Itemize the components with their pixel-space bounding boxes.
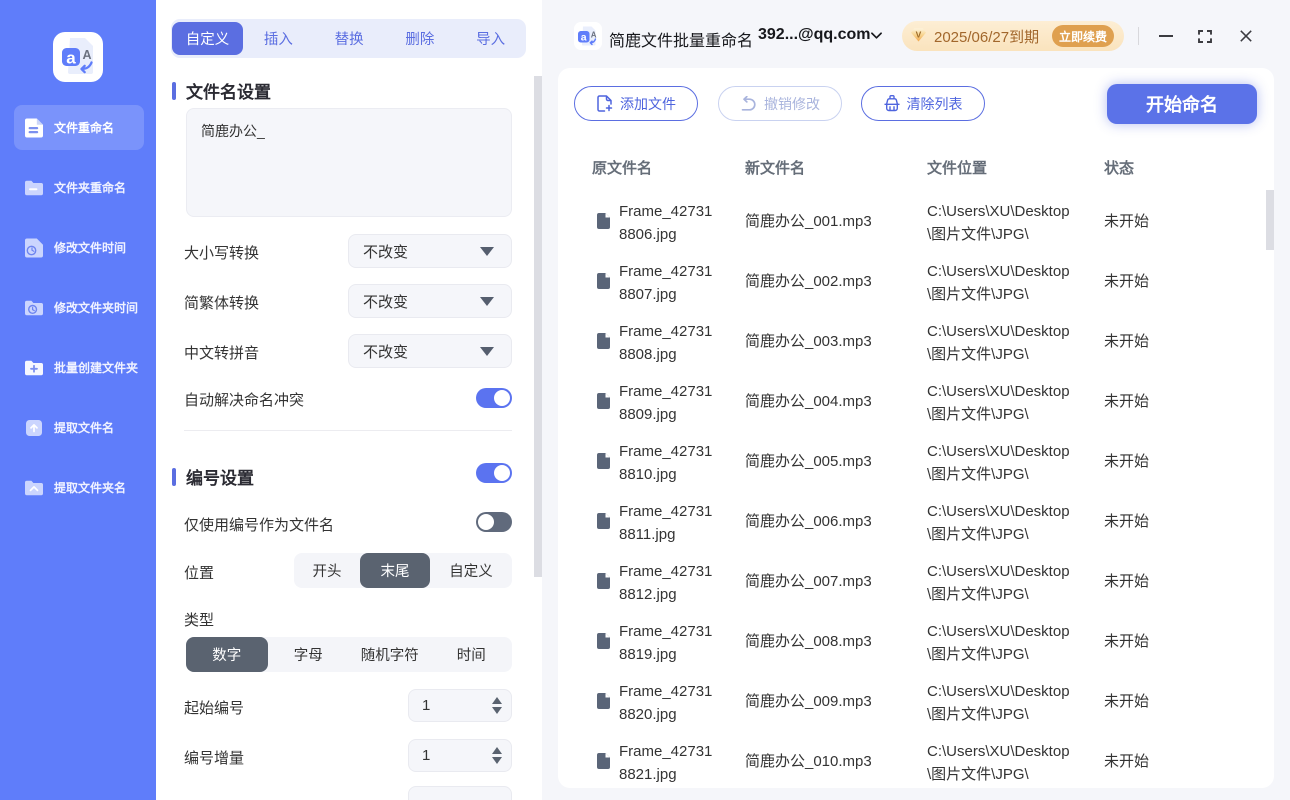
svg-text:A: A	[82, 48, 91, 62]
svg-text:V: V	[916, 29, 922, 39]
svg-text:a: a	[581, 32, 587, 44]
svg-text:A: A	[591, 31, 597, 40]
svg-text:a: a	[66, 49, 76, 68]
